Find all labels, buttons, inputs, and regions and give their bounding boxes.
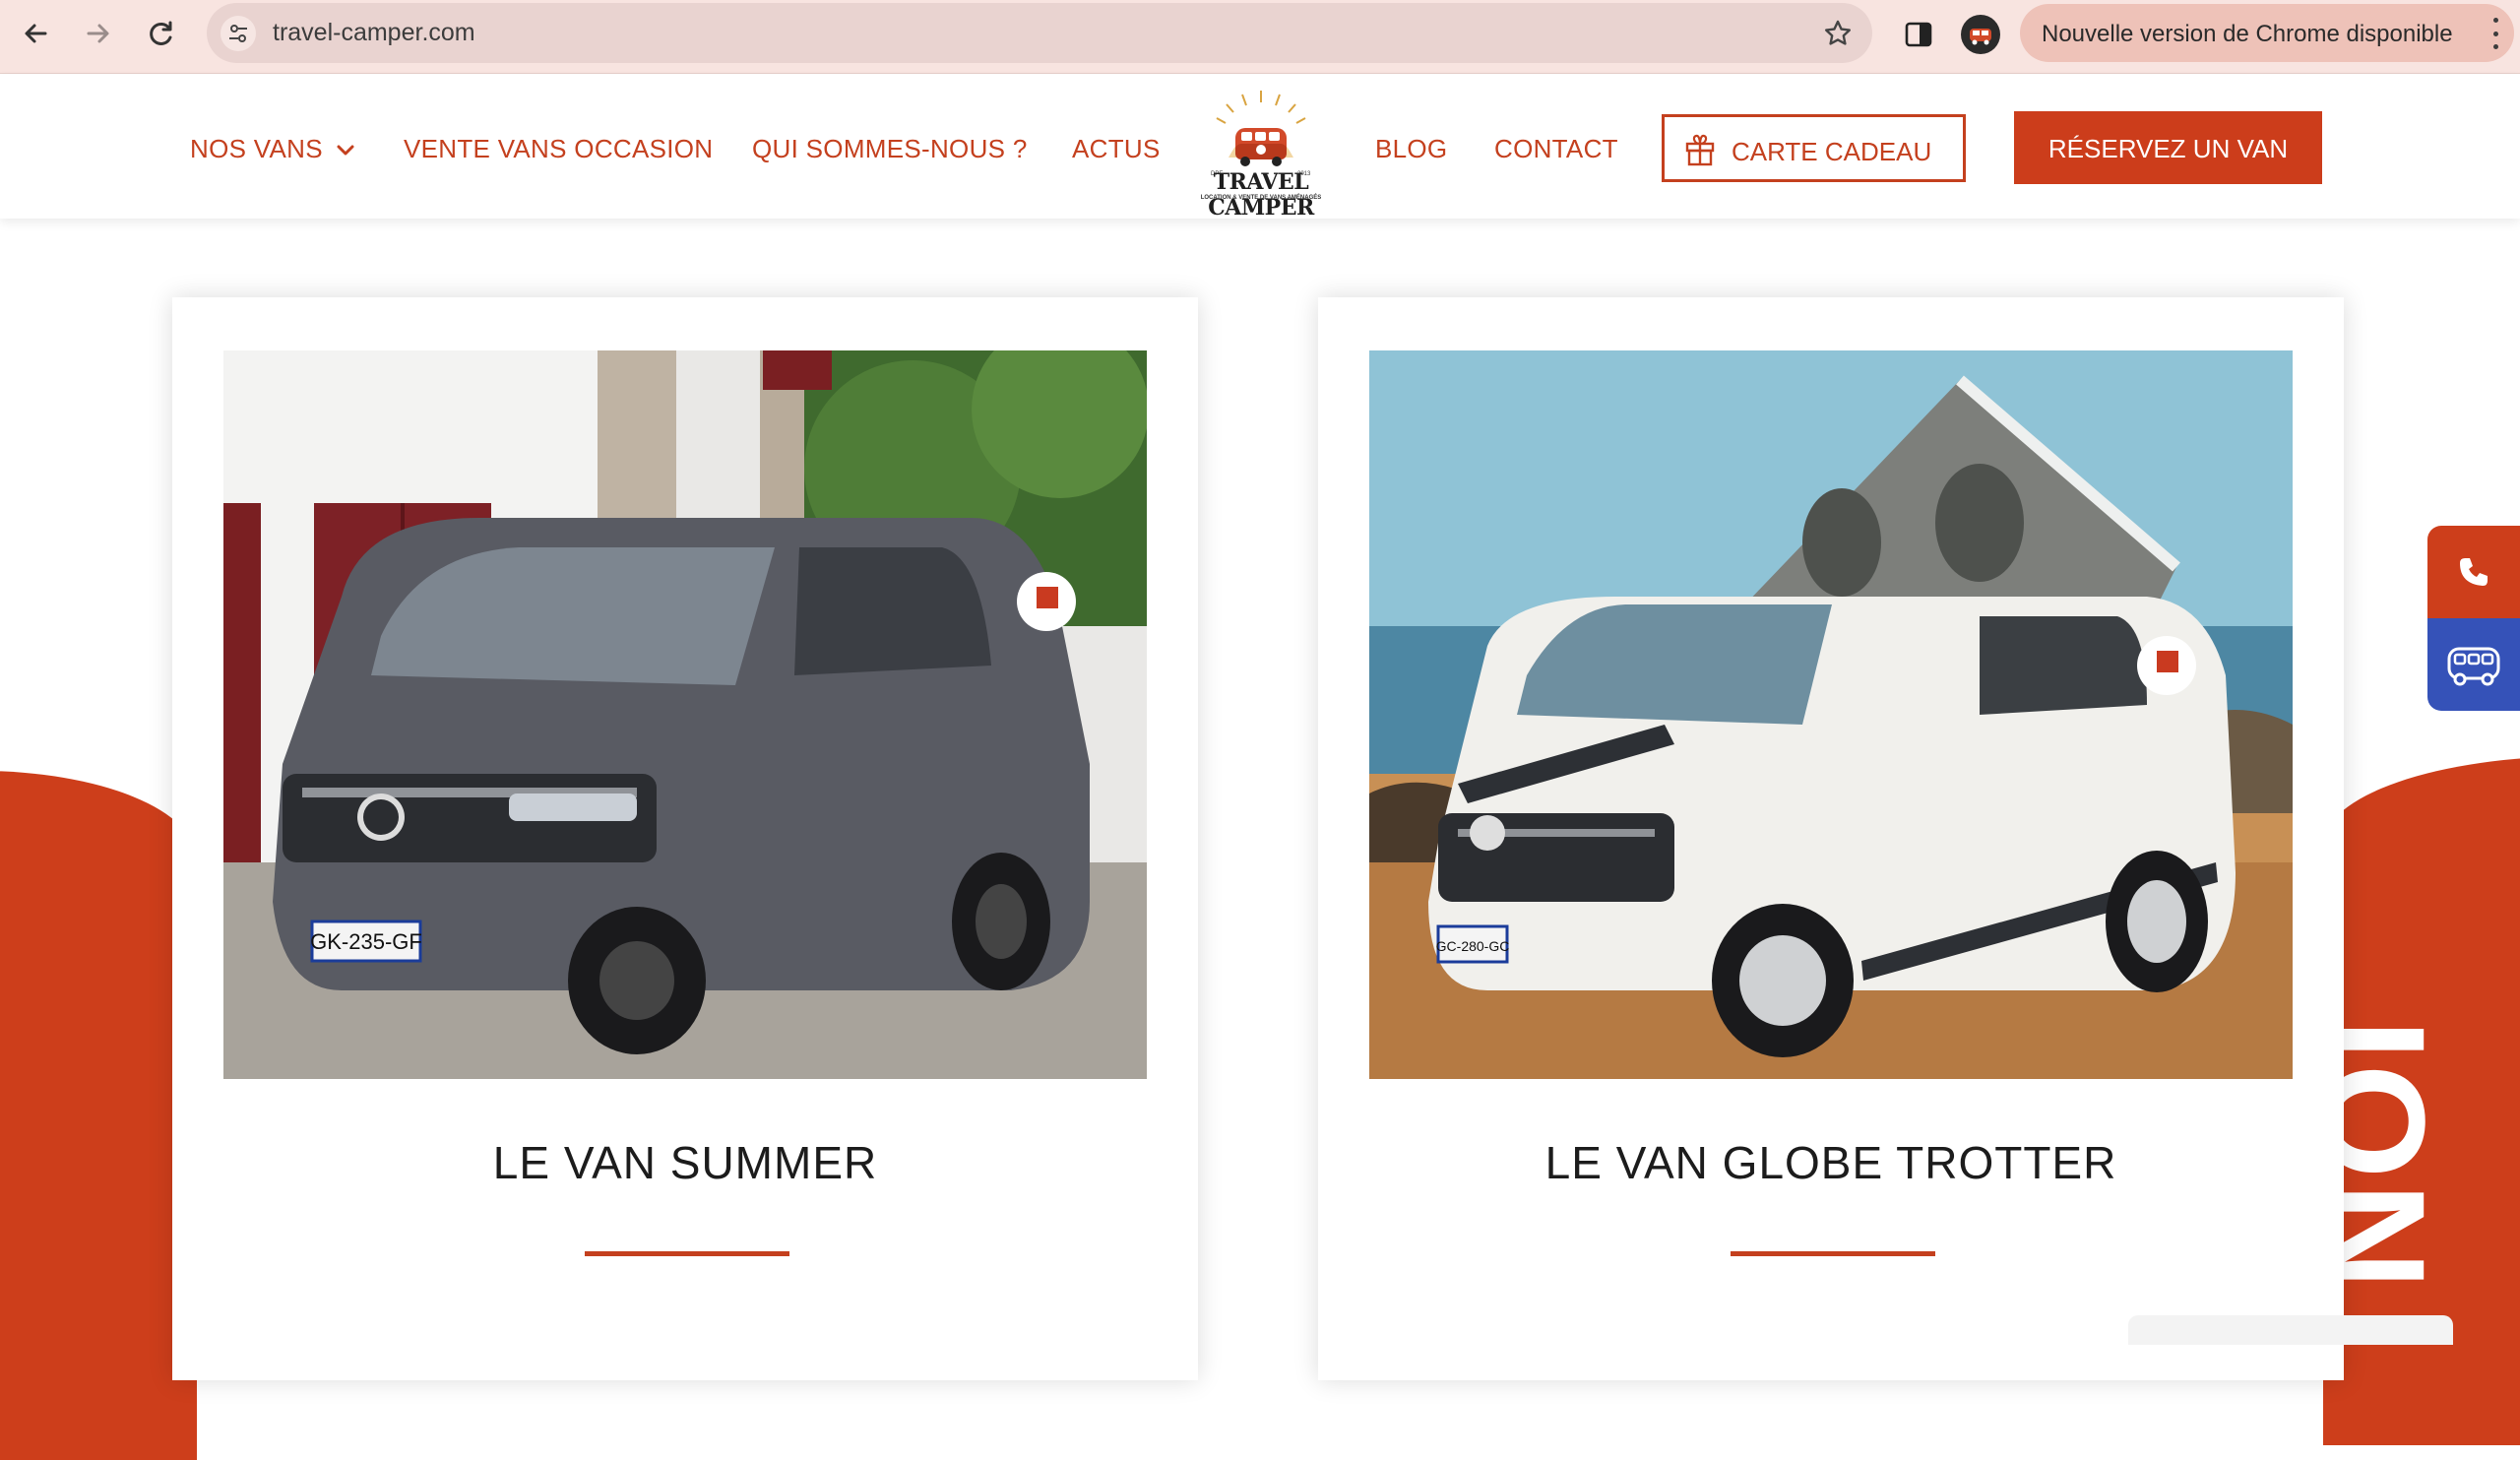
forward-button[interactable] xyxy=(79,14,118,53)
nav-nos-vans[interactable]: NOS VANS xyxy=(190,134,354,164)
star-icon xyxy=(1825,20,1851,45)
extension-avatar[interactable] xyxy=(1961,15,2000,54)
url-text[interactable]: travel-camper.com xyxy=(273,19,475,47)
nav-contact[interactable]: CONTACT xyxy=(1494,134,1618,164)
tune-icon xyxy=(229,25,247,42)
decorative-orange-shape-left xyxy=(0,771,197,1460)
chrome-menu-icon[interactable] xyxy=(2490,18,2500,49)
van-title-globe-trotter[interactable]: LE VAN GLOBE TROTTER xyxy=(1318,1136,2344,1189)
side-panel-button[interactable] xyxy=(1900,16,1937,53)
phone-icon xyxy=(2460,558,2488,586)
title-underline xyxy=(1731,1251,1935,1256)
book-van-button[interactable]: RÉSERVEZ UN VAN xyxy=(2014,111,2322,184)
van-photo-summer[interactable]: GK-235-GF xyxy=(223,350,1147,1079)
reload-icon xyxy=(150,21,172,45)
address-bar[interactable]: travel-camper.com xyxy=(207,3,1872,63)
background-heading-fragment: ION xyxy=(2333,1019,2451,1337)
browser-toolbar: travel-camper.com Nouvelle version de Ch… xyxy=(0,0,2520,74)
van-icon xyxy=(2447,647,2500,686)
chevron-down-icon xyxy=(337,145,354,156)
nav-actus[interactable]: ACTUS xyxy=(1072,134,1161,164)
reload-button[interactable] xyxy=(142,14,181,53)
van-title-summer[interactable]: LE VAN SUMMER xyxy=(172,1136,1198,1189)
van-booking-button[interactable] xyxy=(2427,618,2520,711)
van-globe-trotter-plate: GC-280-GC xyxy=(1436,938,1510,954)
forward-arrow-icon xyxy=(87,24,109,43)
chat-widget-edge[interactable] xyxy=(2128,1315,2453,1345)
back-arrow-icon xyxy=(25,24,47,43)
gift-card-label: CARTE CADEAU xyxy=(1732,137,1932,166)
logo-emblem xyxy=(1216,91,1306,166)
side-panel-icon xyxy=(1905,22,1932,47)
site-header: NOS VANS VENTE VANS OCCASION QUI SOMMES-… xyxy=(0,75,2520,221)
update-label: Nouvelle version de Chrome disponible xyxy=(2042,21,2453,47)
gift-card-button[interactable]: CARTE CADEAU xyxy=(1662,114,1966,182)
title-underline xyxy=(585,1251,789,1256)
van-summer-plate: GK-235-GF xyxy=(310,929,422,954)
nav-qui-sommes-nous[interactable]: QUI SOMMES-NOUS ? xyxy=(752,134,1028,164)
nav-vente-vans-occasion[interactable]: VENTE VANS OCCASION xyxy=(404,134,713,164)
van-summer-image: GK-235-GF xyxy=(223,350,1147,1079)
van-globe-trotter-image: GC-280-GC xyxy=(1369,350,2293,1079)
bookmark-button[interactable] xyxy=(1821,17,1855,50)
chrome-update-button[interactable]: Nouvelle version de Chrome disponible xyxy=(2020,4,2514,62)
gift-icon xyxy=(1685,134,1715,166)
van-photo-globe-trotter[interactable]: GC-280-GC xyxy=(1369,350,2293,1079)
travel-camper-badge-icon xyxy=(1970,29,1991,45)
background-heading-text: ION xyxy=(2333,1019,2451,1294)
nav-blog[interactable]: BLOG xyxy=(1375,134,1447,164)
logo-tagline: LOCATION & VENTE DE VANS AMÉNAGÉS xyxy=(1200,195,1322,201)
van-card-globe-trotter[interactable]: GC-280-GC LE VAN GLOBE TROTTER xyxy=(1318,297,2344,1380)
van-card-summer[interactable]: GK-235-GF LE VAN SUMMER xyxy=(172,297,1198,1380)
back-button[interactable] xyxy=(16,14,55,53)
call-button[interactable] xyxy=(2427,526,2520,618)
site-info-button[interactable] xyxy=(220,16,256,51)
travel-camper-logo[interactable]: DPE 2013 TRAVEL CAMPER LOCATION & VENTE … xyxy=(1191,89,1331,221)
nav-nos-vans-label: NOS VANS xyxy=(190,134,323,163)
book-van-label: RÉSERVEZ UN VAN xyxy=(2048,134,2289,163)
